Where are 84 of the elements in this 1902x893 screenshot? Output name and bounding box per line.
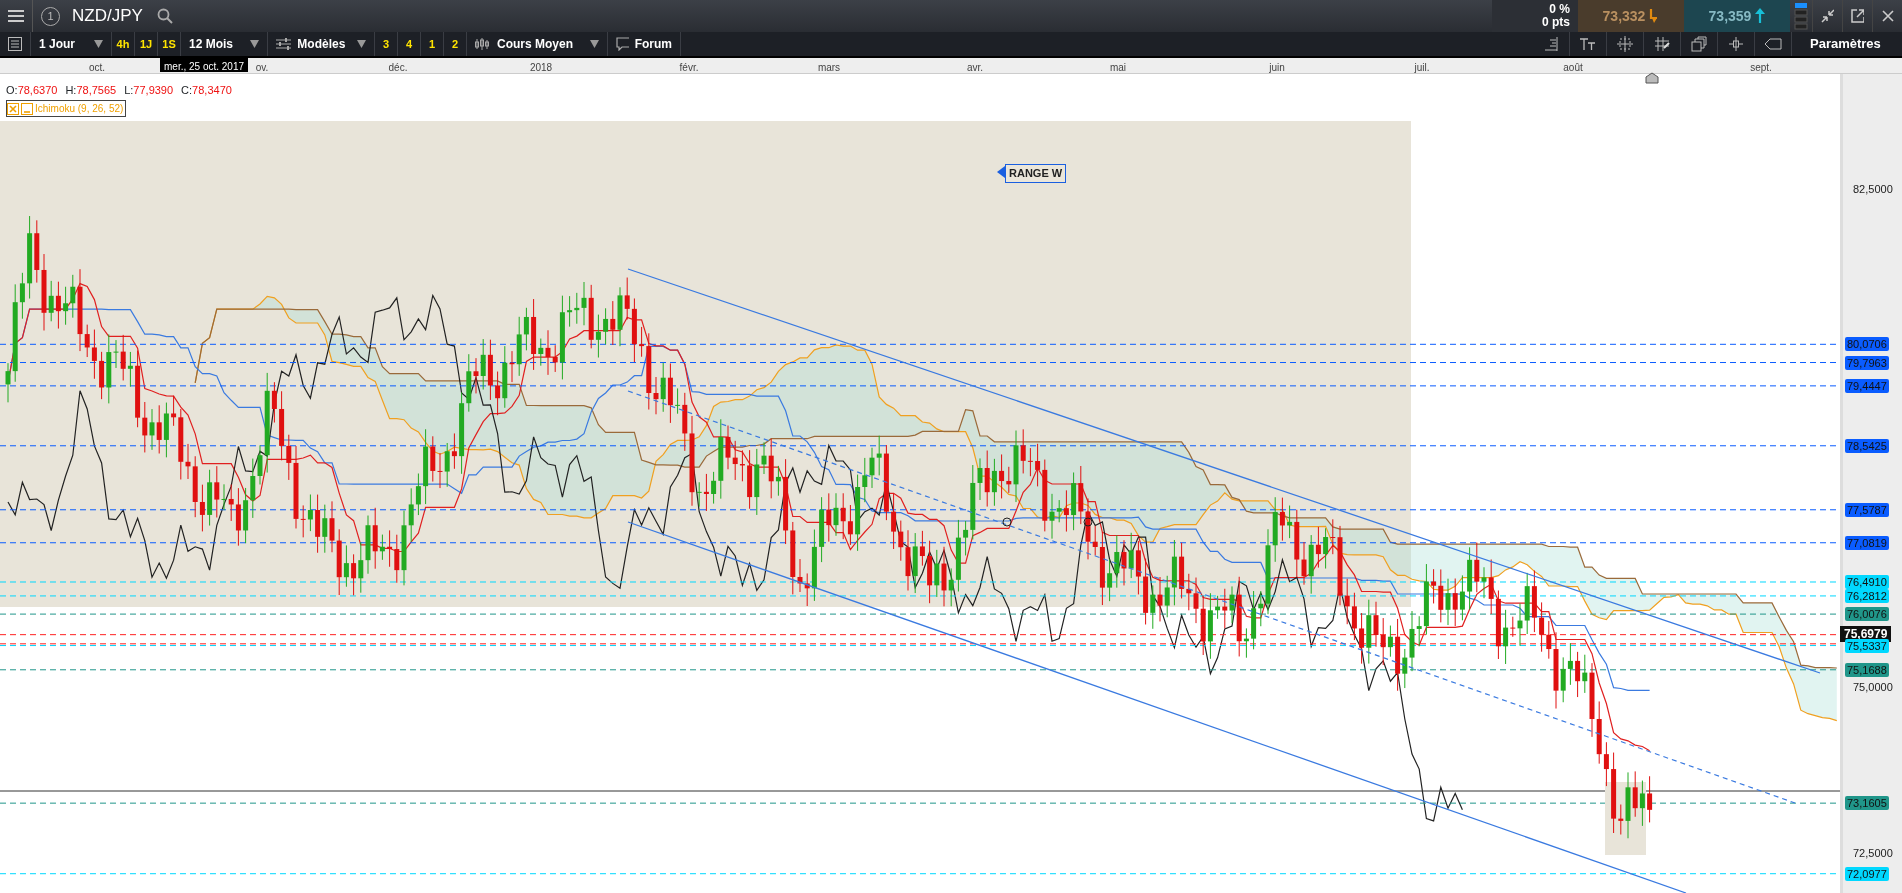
layout-button[interactable]: 3 (375, 32, 397, 56)
month-label: mai (1109, 61, 1127, 75)
period-dropdown[interactable]: 1 Jour (31, 32, 111, 56)
level-price-label: 80,0706 (1845, 337, 1889, 352)
chart-type-dropdown[interactable]: Cours Moyen (467, 32, 607, 56)
indicator-label: Ichimoku (9, 26, 52) (35, 102, 124, 116)
month-label: juil. (1414, 61, 1430, 75)
crosshair-icon (1617, 36, 1633, 52)
month-label: avr. (966, 61, 984, 75)
level-price-label: 78,5425 (1845, 438, 1889, 453)
forum-button[interactable]: Forum (608, 32, 680, 56)
current-price-label: 75,6979 (1840, 625, 1892, 642)
month-label: 2018 (529, 61, 553, 75)
candlestick-icon (475, 37, 491, 51)
layout-button[interactable]: 1 (421, 32, 443, 56)
price-tick: 82,5000 (1853, 182, 1893, 197)
up-arrow-icon (1755, 8, 1766, 24)
buy-price-button[interactable]: 73,359 (1684, 0, 1790, 32)
level-price-label: 76,4910 (1845, 575, 1889, 589)
month-label: oct. (88, 61, 106, 75)
interval-button[interactable]: 4h (112, 32, 134, 56)
search-icon (156, 8, 173, 24)
ohlc-value: 77,9390 (133, 84, 174, 96)
down-arrow-icon (1649, 8, 1660, 24)
scroll-marker-icon[interactable] (1645, 72, 1659, 84)
pointer-icon (997, 166, 1005, 178)
sell-price-button[interactable]: 73,332 (1578, 0, 1684, 32)
level-price-label: 77,0819 (1845, 535, 1889, 550)
menu-icon (8, 10, 24, 22)
level-price-label: 77,5787 (1845, 502, 1889, 517)
date-tooltip: mer., 25 oct. 2017 (160, 58, 249, 72)
candle-icon (1728, 36, 1744, 52)
range-dropdown[interactable]: 12 Mois (181, 32, 267, 56)
caret-icon (357, 40, 366, 48)
month-label: févr. (679, 61, 699, 75)
month-label: sept. (1750, 61, 1772, 75)
close-icon (1881, 10, 1894, 22)
interval-button[interactable]: 1J (135, 32, 157, 56)
caret-icon (250, 40, 259, 48)
ohlc-value: 78,7565 (76, 84, 117, 96)
range-label: RANGE W (1005, 164, 1067, 183)
circle-marker (1002, 517, 1012, 527)
templates-dropdown[interactable]: Modèles (268, 32, 374, 56)
price-axis-icon (1544, 37, 1558, 51)
tag-icon (1764, 38, 1782, 50)
level-price-label: 76,0076 (1845, 607, 1889, 622)
collapse-icon (1821, 9, 1834, 23)
layout-button[interactable]: 4 (398, 32, 420, 56)
ohlc-value: 78,6370 (17, 84, 58, 96)
ohlc-value: 78,3470 (192, 84, 232, 96)
circle-marker (1083, 517, 1093, 527)
chat-icon (616, 37, 629, 51)
external-link-icon (1851, 9, 1864, 23)
volume-meter-icon (1794, 2, 1808, 30)
interval-button[interactable]: 1S (158, 32, 180, 56)
ohlc-key: H: (65, 84, 77, 96)
month-label: mars (817, 61, 841, 75)
list-icon (8, 37, 22, 51)
month-label: ov. (255, 61, 269, 75)
level-price-label: 79,7963 (1845, 355, 1889, 370)
ohlc-key: L: (124, 84, 134, 96)
text-size-icon (1579, 37, 1597, 51)
level-price-label: 79,4447 (1845, 378, 1889, 393)
change-percent: 0 % (1548, 3, 1570, 16)
ohlc-key: O: (6, 84, 18, 96)
level-price-label: 75,1688 (1845, 662, 1889, 677)
ohlc-key: C: (181, 84, 193, 96)
month-label: déc. (388, 61, 408, 75)
change-points: 0 pts (1541, 16, 1570, 29)
month-label: juin (1269, 61, 1285, 75)
caret-icon (94, 40, 103, 48)
layout-button[interactable]: 2 (444, 32, 466, 56)
layers-icon (1691, 36, 1707, 52)
level-price-label: 73,1605 (1845, 796, 1889, 811)
symbol-title: NZD/JPY (71, 5, 144, 28)
grid-icon (1654, 36, 1670, 52)
step-badge-button[interactable]: 1 (33, 0, 68, 32)
month-label: août (1563, 61, 1583, 75)
price-tick: 75,0000 (1853, 680, 1893, 695)
settings-dropdown[interactable]: Paramètres (1792, 32, 1902, 56)
caret-icon (590, 40, 599, 48)
level-price-label: 72,0977 (1845, 866, 1889, 881)
sliders-icon (276, 38, 292, 50)
price-tick: 72,5000 (1853, 846, 1893, 861)
